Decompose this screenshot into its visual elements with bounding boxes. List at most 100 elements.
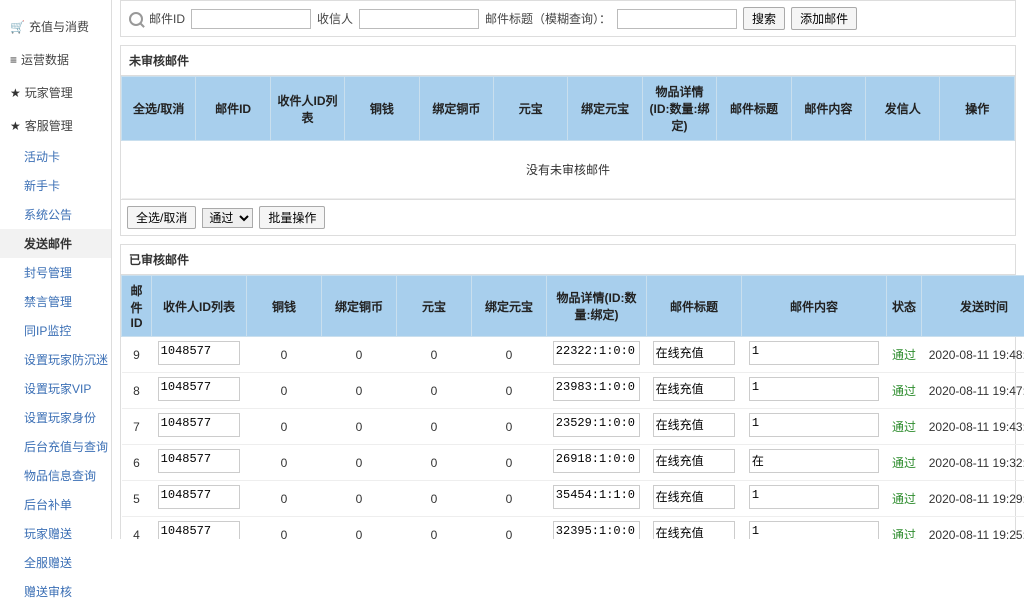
sidebar-item[interactable]: 全服赠送 — [0, 548, 111, 577]
cell-textarea[interactable]: 1048577 — [158, 377, 241, 401]
mail-subject-label: 邮件标题（模糊查询）： — [485, 10, 611, 27]
sidebar-item[interactable]: 玩家赠送 — [0, 519, 111, 548]
status-badge: 通过 — [892, 456, 916, 470]
row-index: 7 — [133, 420, 140, 434]
sidebar-group[interactable]: 🛒 充值与消费 — [0, 10, 111, 43]
row-index: 5 — [133, 492, 140, 506]
sidebar-item[interactable]: 系统公告 — [0, 200, 111, 229]
column-header: 全选/取消 — [122, 77, 196, 141]
cell-textarea[interactable]: 1 — [749, 521, 879, 539]
cell-textarea[interactable]: 1048577 — [158, 521, 241, 539]
sidebar-item[interactable]: 新手卡 — [0, 171, 111, 200]
group-label: 充值与消费 — [29, 18, 89, 35]
batch-button[interactable]: 批量操作 — [259, 206, 325, 229]
cell-textarea[interactable]: 1 — [749, 377, 879, 401]
cell-textarea[interactable]: 23983:1:0:0 — [553, 377, 640, 401]
column-header: 邮件标题 — [647, 276, 742, 337]
row-index: 4 — [133, 528, 140, 540]
cell-textarea[interactable]: 1048577 — [158, 449, 241, 473]
column-header: 发信人 — [866, 77, 940, 141]
search-icon — [129, 12, 143, 26]
cell-textarea[interactable]: 在线充值 — [653, 341, 736, 365]
column-header: 铜钱 — [247, 276, 322, 337]
sidebar-item[interactable]: 封号管理 — [0, 258, 111, 287]
group-icon: ≡ — [10, 53, 17, 67]
recipient-label: 收信人 — [317, 10, 353, 27]
search-bar: 邮件ID 收信人 邮件标题（模糊查询）： 搜索 添加邮件 — [120, 0, 1016, 37]
row-index: 9 — [133, 348, 140, 362]
cell-textarea[interactable]: 22322:1:0:0 — [553, 341, 640, 365]
table-row: 81048577000023983:1:0:0在线充值1通过2020-08-11… — [122, 373, 1024, 409]
unreviewed-panel: 未审核邮件 全选/取消邮件ID收件人ID列表铜钱绑定铜币元宝绑定元宝物品详情(I… — [120, 45, 1016, 236]
sidebar: 🛒 充值与消费 ≡运营数据 ★ 玩家管理 ★客服管理 活动卡新手卡系统公告发送邮件封号管理… — [0, 0, 112, 539]
cell-textarea[interactable]: 在 — [749, 449, 879, 473]
column-header: 绑定元宝 — [472, 276, 547, 337]
sidebar-item[interactable]: 后台补单 — [0, 490, 111, 519]
column-header: 元宝 — [494, 77, 568, 141]
column-header: 发送时间 — [922, 276, 1024, 337]
table-row: 61048577000026918:1:0:0在线充值在通过2020-08-11… — [122, 445, 1024, 481]
table-row: 91048577000022322:1:0:0在线充值1通过2020-08-11… — [122, 337, 1024, 373]
column-header: 邮件ID — [196, 77, 270, 141]
reviewed-panel: 已审核邮件 邮件ID收件人ID列表铜钱绑定铜币元宝绑定元宝物品详情(ID:数量:… — [120, 244, 1016, 539]
column-header: 邮件内容 — [742, 276, 887, 337]
cell-textarea[interactable]: 35454:1:1:0 — [553, 485, 640, 509]
cell-textarea[interactable]: 在线充值 — [653, 413, 736, 437]
status-badge: 通过 — [892, 348, 916, 362]
toggle-all-button[interactable]: 全选/取消 — [127, 206, 196, 229]
mail-subject-input[interactable] — [617, 9, 737, 29]
cell-textarea[interactable]: 在线充值 — [653, 485, 736, 509]
sidebar-item[interactable]: 后台充值与查询 — [0, 432, 111, 461]
status-badge: 通过 — [892, 528, 916, 539]
cell-textarea[interactable]: 32395:1:0:0 — [553, 521, 640, 539]
sidebar-item[interactable]: 物品信息查询 — [0, 461, 111, 490]
cell-textarea[interactable]: 23529:1:0:0 — [553, 413, 640, 437]
cell-textarea[interactable]: 26918:1:0:0 — [553, 449, 640, 473]
status-badge: 通过 — [892, 492, 916, 506]
sidebar-group[interactable]: ★ 玩家管理 — [0, 76, 111, 109]
column-header: 邮件ID — [122, 276, 152, 337]
search-button[interactable]: 搜索 — [743, 7, 785, 30]
cell-textarea[interactable]: 在线充值 — [653, 377, 736, 401]
cell-textarea[interactable]: 1048577 — [158, 485, 241, 509]
cell-textarea[interactable]: 1 — [749, 485, 879, 509]
table-row: 71048577000023529:1:0:0在线充值1通过2020-08-11… — [122, 409, 1024, 445]
sidebar-group[interactable]: ≡运营数据 — [0, 43, 111, 76]
add-mail-button[interactable]: 添加邮件 — [791, 7, 857, 30]
mail-id-input[interactable] — [191, 9, 311, 29]
column-header: 元宝 — [397, 276, 472, 337]
column-header: 绑定铜币 — [419, 77, 493, 141]
group-icon: 🛒 — [10, 20, 25, 34]
unreviewed-toolbar: 全选/取消 通过 批量操作 — [121, 199, 1015, 235]
group-label: 玩家管理 — [25, 84, 73, 101]
column-header: 操作 — [940, 77, 1015, 141]
row-index: 8 — [133, 384, 140, 398]
sidebar-item[interactable]: 设置玩家防沉迷 — [0, 345, 111, 374]
unreviewed-title: 未审核邮件 — [121, 46, 1015, 76]
cell-textarea[interactable]: 1 — [749, 413, 879, 437]
column-header: 绑定铜币 — [322, 276, 397, 337]
cell-textarea[interactable]: 在线充值 — [653, 449, 736, 473]
cell-textarea[interactable]: 1048577 — [158, 341, 241, 365]
cell-textarea[interactable]: 1 — [749, 341, 879, 365]
table-row: 51048577000035454:1:1:0在线充值1通过2020-08-11… — [122, 481, 1024, 517]
cell-textarea[interactable]: 在线充值 — [653, 521, 736, 539]
recipient-input[interactable] — [359, 9, 479, 29]
group-icon: ★ — [10, 86, 21, 100]
sidebar-item[interactable]: 设置玩家VIP — [0, 374, 111, 403]
sidebar-group[interactable]: ★客服管理 — [0, 109, 111, 142]
sidebar-item[interactable]: 同IP监控 — [0, 316, 111, 345]
mail-id-label: 邮件ID — [149, 10, 185, 27]
sidebar-item[interactable]: 赠送审核 — [0, 577, 111, 606]
table-row: 41048577000032395:1:0:0在线充值1通过2020-08-11… — [122, 517, 1024, 540]
group-icon: ★ — [10, 119, 21, 133]
column-header: 物品详情(ID:数量:绑定) — [642, 77, 716, 141]
sidebar-item[interactable]: 设置玩家身份 — [0, 403, 111, 432]
status-badge: 通过 — [892, 420, 916, 434]
action-select[interactable]: 通过 — [202, 208, 253, 228]
sidebar-item[interactable]: 发送邮件 — [0, 229, 111, 258]
sidebar-item[interactable]: 活动卡 — [0, 142, 111, 171]
sidebar-item[interactable]: 禁言管理 — [0, 287, 111, 316]
column-header: 收件人ID列表 — [152, 276, 247, 337]
cell-textarea[interactable]: 1048577 — [158, 413, 241, 437]
